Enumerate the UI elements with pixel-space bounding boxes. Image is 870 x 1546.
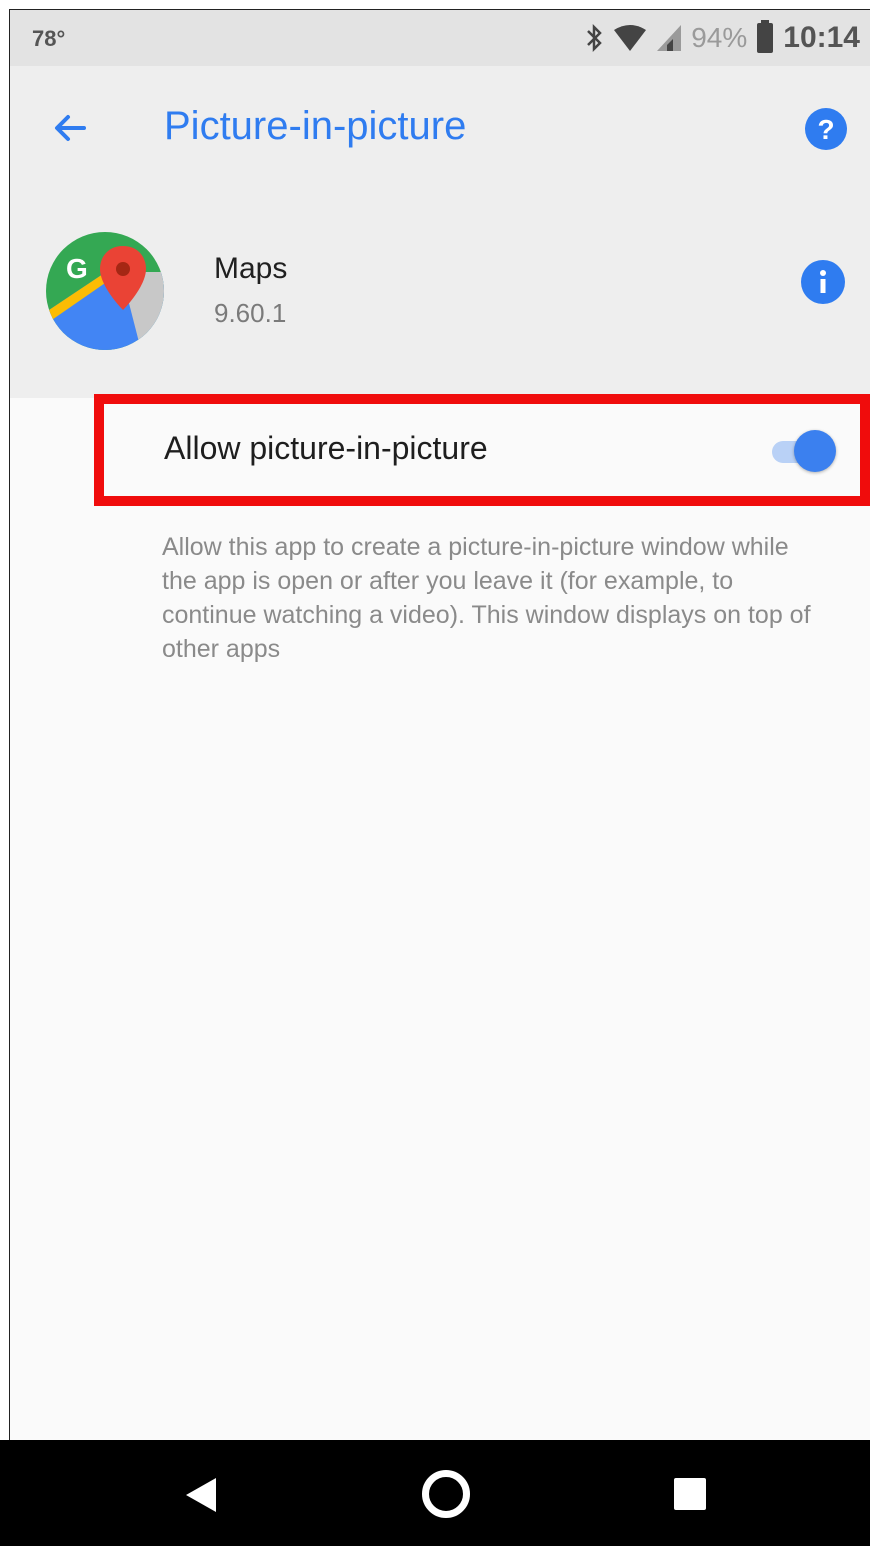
app-header: G Maps 9.60.1 <box>10 198 870 398</box>
app-bar: Picture-in-picture ? <box>10 66 870 198</box>
wifi-icon <box>614 25 647 51</box>
nav-home-icon[interactable] <box>422 1470 470 1518</box>
status-bar: 78° 94% 10:14 <box>10 10 870 66</box>
info-circle-icon[interactable] <box>801 260 845 304</box>
app-version: 9.60.1 <box>214 298 287 328</box>
app-name: Maps <box>214 252 288 285</box>
battery-icon <box>757 20 774 53</box>
battery-percent: 94% <box>691 22 748 53</box>
navigation-bar <box>0 1440 870 1546</box>
setting-description: Allow this app to create a picture-in-pi… <box>162 533 811 663</box>
arrow-back-icon[interactable] <box>46 104 94 152</box>
svg-text:?: ? <box>817 114 834 145</box>
nav-back-icon[interactable] <box>186 1478 216 1512</box>
allow-pip-setting-row[interactable]: Allow picture-in-picture <box>94 394 870 506</box>
help-circle-icon[interactable]: ? <box>805 108 847 150</box>
svg-text:G: G <box>66 253 88 284</box>
page-title: Picture-in-picture <box>164 104 467 148</box>
allow-pip-label: Allow picture-in-picture <box>164 430 488 466</box>
google-maps-icon: G <box>46 232 164 350</box>
allow-pip-toggle[interactable] <box>768 428 840 474</box>
bluetooth-icon <box>587 23 602 53</box>
status-icons: 94% 10:14 <box>585 20 860 56</box>
toggle-thumb <box>794 430 836 472</box>
nav-recents-icon[interactable] <box>674 1478 706 1510</box>
status-time: 10:14 <box>783 21 860 54</box>
cell-signal-icon <box>657 25 682 51</box>
phone-screen: 78° 94% 10:14 Picture-in-picture ? G Map… <box>10 10 870 1546</box>
status-temperature: 78° <box>32 26 66 51</box>
